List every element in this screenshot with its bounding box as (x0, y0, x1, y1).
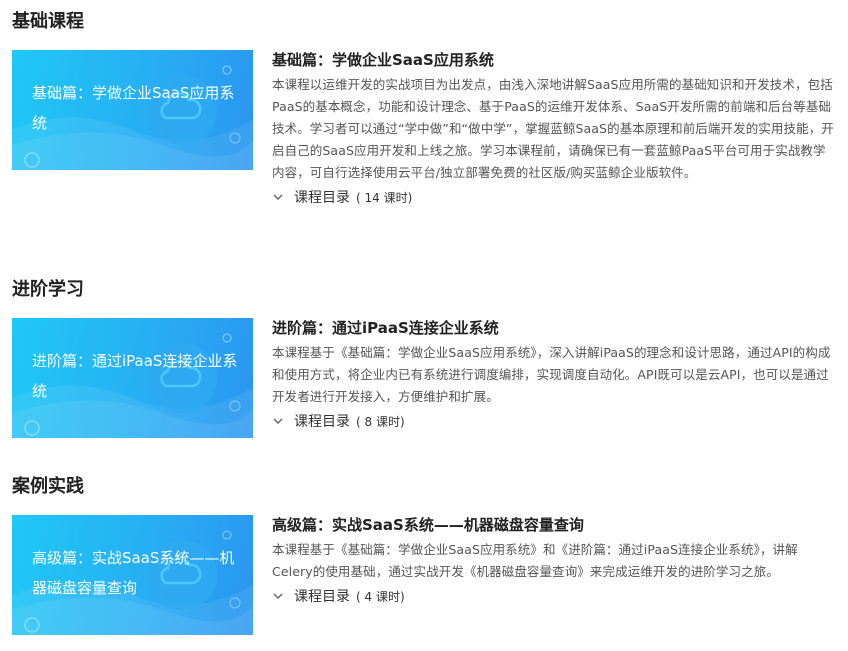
course-toc-toggle[interactable]: 课程目录 ( 8 课时) (272, 410, 838, 432)
course-title[interactable]: 进阶篇：通过iPaaS连接企业系统 (272, 318, 838, 338)
toc-label: 课程目录 (294, 414, 350, 430)
course-info: 高级篇：实战SaaS系统——机器磁盘容量查询 本课程基于《基础篇：学做企业Saa… (272, 515, 838, 607)
course-thumbnail[interactable]: 高级篇：实战SaaS系统——机器磁盘容量查询 (12, 515, 253, 635)
course-info: 进阶篇：通过iPaaS连接企业系统 本课程基于《基础篇：学做企业SaaS应用系统… (272, 318, 838, 432)
toc-label: 课程目录 (294, 589, 350, 605)
lesson-count: ( 4 课时) (356, 589, 405, 604)
course-description: 本课程基于《基础篇：学做企业SaaS应用系统》，深入讲解iPaaS的理念和设计思… (272, 345, 831, 404)
toc-label: 课程目录 (294, 190, 350, 206)
course-toc-toggle[interactable]: 课程目录 ( 4 课时) (272, 585, 838, 607)
chevron-down-icon (273, 194, 283, 200)
course-description: 本课程基于《基础篇：学做企业SaaS应用系统》和《进阶篇：通过iPaaS连接企业… (272, 542, 798, 579)
section-title: 基础课程 (12, 11, 84, 32)
course-toc-toggle[interactable]: 课程目录 ( 14 课时) (272, 186, 838, 208)
course-thumbnail[interactable]: 进阶篇：通过iPaaS连接企业系统 (12, 318, 253, 438)
course-title[interactable]: 高级篇：实战SaaS系统——机器磁盘容量查询 (272, 515, 838, 535)
course-description: 本课程以运维开发的实战项目为出发点，由浅入深地讲解SaaS应用所需的基础知识和开… (272, 77, 834, 180)
lesson-count: ( 8 课时) (356, 414, 405, 429)
thumbnail-title: 基础篇：学做企业SaaS应用系统 (32, 84, 235, 132)
thumbnail-title: 高级篇：实战SaaS系统——机器磁盘容量查询 (32, 549, 235, 597)
section-title: 进阶学习 (12, 279, 84, 300)
course-title[interactable]: 基础篇：学做企业SaaS应用系统 (272, 50, 838, 70)
section-title: 案例实践 (12, 476, 84, 497)
course-thumbnail[interactable]: 基础篇：学做企业SaaS应用系统 (12, 50, 253, 170)
course-info: 基础篇：学做企业SaaS应用系统 本课程以运维开发的实战项目为出发点，由浅入深地… (272, 50, 838, 208)
chevron-down-icon (273, 593, 283, 599)
lesson-count: ( 14 课时) (356, 190, 413, 205)
thumbnail-title: 进阶篇：通过iPaaS连接企业系统 (32, 352, 238, 400)
chevron-down-icon (273, 418, 283, 424)
